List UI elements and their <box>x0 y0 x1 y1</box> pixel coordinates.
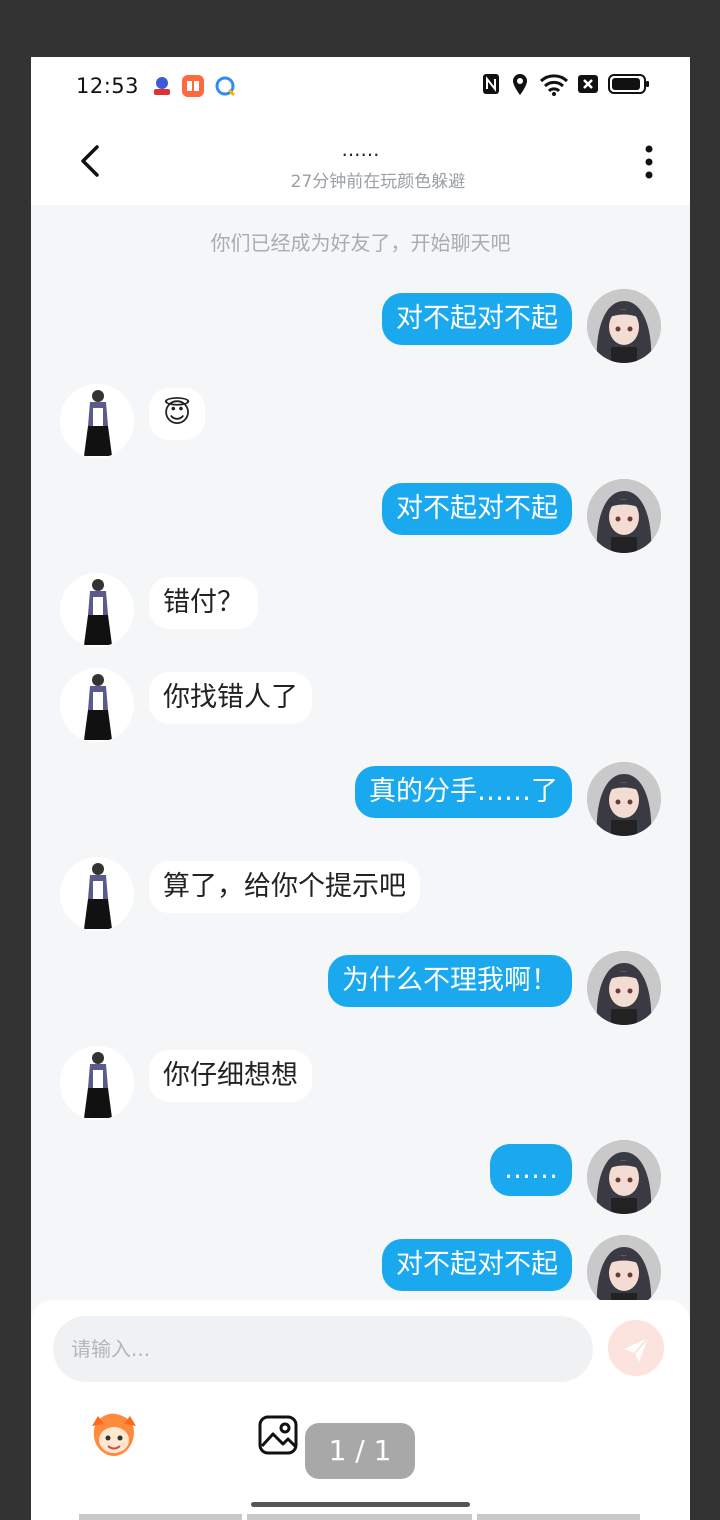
baidu-app-icon <box>154 77 170 95</box>
my-avatar[interactable] <box>587 1140 661 1214</box>
message-bubble-received[interactable]: 你仔细想想 <box>149 1050 312 1102</box>
message-row: 你仔细想想 <box>31 1046 690 1130</box>
my-avatar[interactable] <box>587 289 661 363</box>
message-bubble-received[interactable]: 😇 <box>149 388 206 440</box>
status-time: 12:53 <box>76 74 140 98</box>
contact-avatar[interactable] <box>60 1046 134 1120</box>
contact-name: …… <box>341 139 380 161</box>
chat-thread[interactable]: 你们已经成为好友了，开始聊天吧 对不起对不起 😇 对不起对不起 错付？ 你找错人… <box>31 205 690 1305</box>
phone-screen: 12:53 …… 27分钟前在玩颜色躲避 你们已经成为好友了，开始聊天吧 对不起… <box>31 57 690 1520</box>
wifi-icon <box>539 74 569 96</box>
location-icon <box>513 74 527 95</box>
message-row: 对不起对不起 <box>31 479 690 563</box>
tab-underline <box>79 1514 242 1520</box>
message-row: …… <box>31 1140 690 1224</box>
nfc-icon <box>483 74 499 94</box>
send-icon <box>624 1337 649 1362</box>
page-indicator: 1 / 1 <box>305 1423 415 1479</box>
my-avatar[interactable] <box>587 1235 661 1305</box>
chat-header: …… 27分钟前在玩颜色躲避 <box>31 117 690 205</box>
message-bubble-sent[interactable]: …… <box>490 1144 572 1196</box>
message-bubble-sent[interactable]: 真的分手……了 <box>355 766 572 818</box>
more-options-icon[interactable] <box>639 143 659 183</box>
image-icon[interactable] <box>257 1414 299 1456</box>
home-indicator[interactable] <box>251 1502 470 1507</box>
message-bubble-sent[interactable]: 对不起对不起 <box>382 1239 572 1291</box>
message-bubble-sent[interactable]: 为什么不理我啊！ <box>328 955 572 1007</box>
message-bubble-received[interactable]: 算了，给你个提示吧 <box>149 861 420 913</box>
sticker-mascot-icon[interactable] <box>86 1410 142 1460</box>
message-row: 算了，给你个提示吧 <box>31 857 690 941</box>
contact-status: 27分钟前在玩颜色躲避 <box>290 172 466 192</box>
tab-underline <box>247 1514 472 1520</box>
message-row: 对不起对不起 <box>31 1235 690 1305</box>
contact-avatar[interactable] <box>60 573 134 647</box>
status-bar: 12:53 <box>31 57 690 117</box>
contact-avatar[interactable] <box>60 857 134 931</box>
browser-app-icon <box>215 76 236 97</box>
system-message: 你们已经成为好友了，开始聊天吧 <box>210 231 511 255</box>
message-row: 真的分手……了 <box>31 762 690 846</box>
composer-panel: 1 / 1 <box>31 1300 690 1520</box>
message-row: 😇 <box>31 384 690 468</box>
send-button[interactable] <box>608 1320 664 1376</box>
message-row: 错付？ <box>31 573 690 657</box>
my-avatar[interactable] <box>587 951 661 1025</box>
message-bubble-received[interactable]: 错付？ <box>149 577 258 629</box>
battery-icon <box>608 74 649 94</box>
message-bubble-received[interactable]: 你找错人了 <box>149 672 312 724</box>
message-row: 你找错人了 <box>31 668 690 752</box>
contact-avatar[interactable] <box>60 384 134 458</box>
contact-avatar[interactable] <box>60 668 134 742</box>
tab-underline <box>477 1514 640 1520</box>
my-avatar[interactable] <box>587 479 661 553</box>
message-bubble-sent[interactable]: 对不起对不起 <box>382 483 572 535</box>
message-bubble-sent[interactable]: 对不起对不起 <box>382 293 572 345</box>
message-row: 对不起对不起 <box>31 289 690 373</box>
book-app-icon <box>182 75 204 97</box>
message-row: 为什么不理我啊！ <box>31 951 690 1035</box>
sim-off-icon <box>578 75 598 93</box>
message-input[interactable] <box>53 1316 593 1382</box>
my-avatar[interactable] <box>587 762 661 836</box>
